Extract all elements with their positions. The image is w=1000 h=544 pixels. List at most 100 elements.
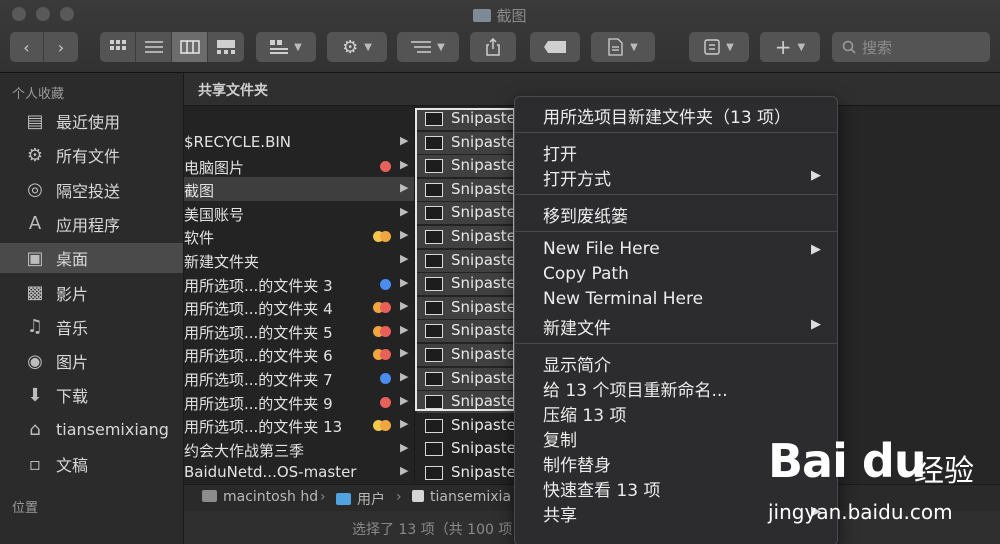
chevron-down-icon: ▼ <box>437 41 445 53</box>
sidebar-item-6[interactable]: ▩ 影片 <box>0 278 183 308</box>
add-menu-button[interactable]: + ▼ <box>760 32 820 62</box>
arrange-menu-button[interactable]: ▼ <box>397 32 459 62</box>
list-icon <box>144 41 163 53</box>
sidebar-item-label: 最近使用 <box>56 113 121 132</box>
menu-item[interactable]: 制作替身 <box>543 451 611 476</box>
menu-item[interactable]: Copy Path <box>543 264 629 284</box>
file-row[interactable]: Snipaste <box>417 296 525 319</box>
menu-item[interactable]: 新建文件 <box>543 314 611 339</box>
bookmark-menu-button[interactable]: ▼ <box>689 32 749 62</box>
folder-row[interactable]: 电脑图片 ▶ <box>184 154 414 178</box>
folder-row[interactable]: 用所选项...的文件夹 6 ▶ <box>184 342 414 366</box>
file-name: Snipaste <box>451 415 516 434</box>
file-row[interactable]: Snipaste <box>417 438 525 460</box>
menu-item[interactable]: 打开 <box>543 140 577 165</box>
folder-row[interactable]: 美国账号 ▶ <box>184 201 414 225</box>
menu-item[interactable]: 打开方式 <box>543 165 611 190</box>
airdrop-icon: ◎ <box>27 179 43 201</box>
menu-item[interactable]: 快速查看 13 项 <box>543 476 660 501</box>
folder-row[interactable]: 截图 ▶ <box>184 177 414 202</box>
folder-row[interactable]: 用所选项...的文件夹 3 ▶ <box>184 272 414 296</box>
recents-icon: ▤ <box>26 110 44 132</box>
share-button[interactable] <box>470 32 516 62</box>
file-name: Snipaste <box>451 297 516 316</box>
sidebar-item-label: 所有文件 <box>56 147 121 167</box>
image-thumbnail-icon <box>425 348 443 362</box>
new-file-menu-button[interactable]: ▼ <box>591 32 655 62</box>
menu-item[interactable]: 用所选项目新建文件夹（13 项） <box>543 103 791 128</box>
menu-item[interactable]: 移到废纸篓 <box>543 202 628 227</box>
disclosure-arrow-icon: ▶ <box>400 157 409 171</box>
menu-separator <box>515 132 837 133</box>
group-menu-button[interactable]: ▼ <box>256 32 316 62</box>
file-row[interactable]: Snipaste <box>417 367 525 390</box>
gear-icon: ⚙ <box>342 36 359 58</box>
gallery-view-button[interactable] <box>208 32 244 62</box>
file-row[interactable]: Snipaste <box>417 273 525 296</box>
folder-row[interactable]: 用所选项...的文件夹 4 ▶ <box>184 295 414 319</box>
path-segment-disk[interactable]: macintosh hd <box>202 489 318 505</box>
folder-row[interactable]: 软件 ▶ <box>184 224 414 248</box>
folder-row[interactable]: 用所选项...的文件夹 7 ▶ <box>184 366 414 390</box>
sidebar-item-9[interactable]: ⬇ 下载 <box>0 380 183 410</box>
tag-dot <box>380 373 391 384</box>
sidebar-item-4[interactable]: A 应用程序 <box>0 209 183 239</box>
all-files-icon: ⚙ <box>26 144 44 166</box>
menu-item[interactable]: New Terminal Here <box>543 289 703 309</box>
movies-icon: ▩ <box>26 282 44 303</box>
file-name: Snipaste <box>451 227 516 245</box>
file-row[interactable]: Snipaste <box>417 131 525 154</box>
file-row[interactable]: Snipaste <box>417 320 525 343</box>
folder-row[interactable]: 约会大作战第三季 ▶ <box>184 437 414 461</box>
folder-name: 用所选项...的文件夹 5 <box>184 323 333 342</box>
folder-row[interactable]: 新建文件夹 ▶ <box>184 248 414 272</box>
sidebar-item-11[interactable]: ▫ 文稿 <box>0 449 183 479</box>
file-row[interactable]: Snipaste <box>417 155 525 178</box>
file-name: Snipaste <box>451 203 516 222</box>
file-row[interactable]: Snipaste <box>417 202 525 225</box>
path-segment-users[interactable]: 用户 <box>336 489 385 509</box>
file-name: Snipaste <box>451 132 516 151</box>
file-name: Snipaste <box>451 179 516 198</box>
disclosure-arrow-icon: ▶ <box>400 417 409 431</box>
folder-row[interactable]: $RECYCLE.BIN ▶ <box>184 130 414 154</box>
disclosure-arrow-icon: ▶ <box>400 464 409 478</box>
column-view-button[interactable] <box>172 32 208 62</box>
file-row[interactable]: Snipaste <box>417 108 525 130</box>
menu-item[interactable]: 复制 <box>543 426 577 451</box>
menu-item[interactable]: 显示简介 <box>543 351 611 376</box>
file-row[interactable]: Snipaste <box>417 462 525 484</box>
menu-item[interactable]: 共享 <box>543 501 577 526</box>
menu-item[interactable]: 给 13 个项目重新命名... <box>543 376 728 401</box>
folder-row[interactable]: 用所选项...的文件夹 13 ▶ <box>184 413 414 437</box>
sidebar-item-3[interactable]: ◎ 隔空投送 <box>0 175 183 205</box>
action-menu-button[interactable]: ⚙ ▼ <box>327 32 387 62</box>
sidebar-item-5[interactable]: ▣ 桌面 <box>0 243 183 274</box>
file-row[interactable]: Snipaste <box>417 226 525 248</box>
tag-dot <box>380 420 391 432</box>
file-row[interactable]: Snipaste <box>417 415 525 437</box>
file-row[interactable]: Snipaste <box>417 249 525 272</box>
file-row[interactable]: Snipaste <box>417 178 525 201</box>
menu-item[interactable]: New File Here <box>543 239 660 259</box>
tags-button[interactable] <box>530 32 580 62</box>
path-segment-home[interactable]: tiansemixia <box>412 489 511 505</box>
sidebar-item-8[interactable]: ◉ 图片 <box>0 346 183 376</box>
back-button[interactable]: ‹ <box>10 32 44 62</box>
icon-view-button[interactable] <box>100 32 136 62</box>
folder-row[interactable]: BaiduNetd...OS-master ▶ <box>184 460 414 484</box>
list-view-button[interactable] <box>136 32 172 62</box>
tag-icon <box>544 41 566 53</box>
sidebar-item-2[interactable]: ⚙ 所有文件 <box>0 140 183 170</box>
file-row[interactable]: Snipaste <box>417 391 525 414</box>
menu-item[interactable]: 压缩 13 项 <box>543 401 626 426</box>
search-input[interactable]: 搜索 <box>832 32 990 62</box>
folder-row[interactable]: 用所选项...的文件夹 9 ▶ <box>184 390 414 414</box>
folder-row[interactable]: 用所选项...的文件夹 5 ▶ <box>184 319 414 343</box>
sidebar-item-10[interactable]: ⌂ tiansemixiang <box>0 415 183 445</box>
sidebar-item-1[interactable]: ▤ 最近使用 <box>0 106 183 136</box>
forward-button[interactable]: › <box>44 32 78 62</box>
file-row[interactable]: Snipaste <box>417 344 525 366</box>
sidebar-item-7[interactable]: ♫ 音乐 <box>0 312 183 342</box>
window-title: 截图 <box>0 5 1000 26</box>
